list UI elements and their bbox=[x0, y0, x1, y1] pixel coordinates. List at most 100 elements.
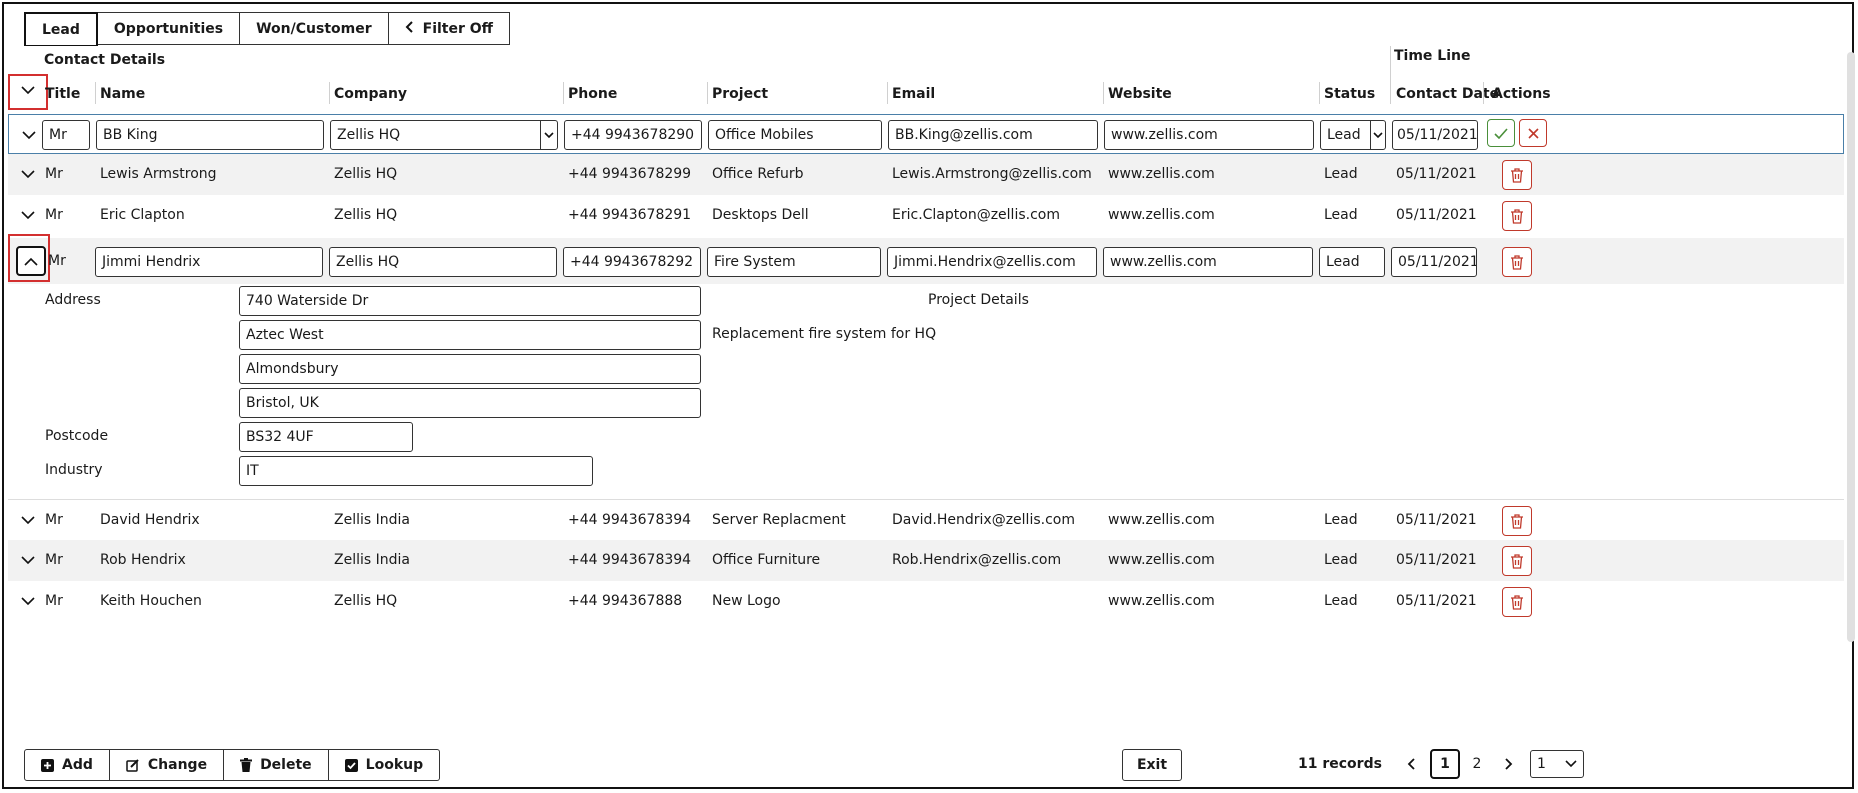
action-toolbar: Add Change Delete Lookup bbox=[24, 749, 441, 781]
cell-project: Office Furniture bbox=[712, 552, 821, 568]
email-field[interactable]: Jimmi.Hendrix@zellis.com bbox=[887, 247, 1097, 277]
project-field[interactable]: Fire System bbox=[707, 247, 881, 277]
row-expand-toggle[interactable] bbox=[19, 125, 39, 145]
page-1-button[interactable]: 1 bbox=[1429, 749, 1460, 779]
vertical-scrollbar[interactable] bbox=[1847, 52, 1855, 742]
col-header-title[interactable]: Title bbox=[45, 86, 80, 102]
address-line-1-field[interactable]: 740 Waterside Dr bbox=[239, 286, 701, 316]
delete-row-button[interactable] bbox=[1502, 506, 1532, 536]
table-row[interactable]: Mr Lewis Armstrong Zellis HQ +44 9943678… bbox=[8, 154, 1844, 195]
address-line-3-field[interactable]: Almondsbury bbox=[239, 354, 701, 384]
col-separator bbox=[1390, 46, 1391, 104]
project-details-text: Replacement fire system for HQ bbox=[712, 326, 937, 342]
page-size-select[interactable]: 1 bbox=[1529, 750, 1584, 778]
delete-row-button[interactable] bbox=[1502, 201, 1532, 231]
lookup-button[interactable]: Lookup bbox=[328, 749, 441, 781]
next-page-button[interactable] bbox=[1494, 749, 1524, 779]
address-line-2-field[interactable]: Aztec West bbox=[239, 320, 701, 350]
cell-phone: +44 9943678291 bbox=[568, 207, 692, 223]
postcode-label: Postcode bbox=[45, 428, 109, 444]
website-field[interactable]: www.zellis.com bbox=[1103, 247, 1313, 277]
company-select[interactable]: Zellis HQ bbox=[330, 120, 558, 150]
row-expand-toggle[interactable] bbox=[18, 510, 38, 530]
change-button[interactable]: Change bbox=[109, 749, 225, 781]
plus-square-icon bbox=[41, 758, 54, 772]
address-line-4-field[interactable]: Bristol, UK bbox=[239, 388, 701, 418]
cell-phone: +44 9943678394 bbox=[568, 552, 692, 568]
prev-page-button[interactable] bbox=[1396, 749, 1426, 779]
status-select[interactable]: Lead bbox=[1320, 120, 1386, 150]
cell-company: Zellis HQ bbox=[334, 207, 398, 223]
exit-button[interactable]: Exit bbox=[1122, 749, 1182, 781]
phone-field[interactable]: +44 9943678292 bbox=[563, 247, 701, 277]
delete-row-button[interactable] bbox=[1502, 546, 1532, 576]
table-row[interactable]: Mr Rob Hendrix Zellis India +44 99436783… bbox=[8, 540, 1844, 581]
row-expand-toggle[interactable] bbox=[18, 550, 38, 570]
cell-name: Keith Houchen bbox=[100, 593, 202, 609]
table-row[interactable]: Mr Keith Houchen Zellis HQ +44 994367888… bbox=[8, 581, 1844, 622]
col-separator bbox=[95, 82, 96, 104]
cell-status: Lead bbox=[1324, 166, 1358, 182]
cell-phone: +44 994367888 bbox=[568, 593, 683, 609]
phone-field[interactable]: +44 9943678290 bbox=[564, 120, 702, 150]
tab-won-customer[interactable]: Won/Customer bbox=[240, 12, 389, 45]
cell-title: Mr bbox=[45, 207, 63, 223]
add-button[interactable]: Add bbox=[24, 749, 110, 781]
cell-name: Lewis Armstrong bbox=[100, 166, 217, 182]
table-row[interactable]: Mr David Hendrix Zellis India +44 994367… bbox=[8, 499, 1844, 541]
delete-row-button[interactable] bbox=[1502, 587, 1532, 617]
industry-field[interactable]: IT bbox=[239, 456, 593, 486]
chevron-down-icon bbox=[21, 596, 35, 605]
page-2-button[interactable]: 2 bbox=[1462, 749, 1492, 779]
company-field[interactable]: Zellis HQ bbox=[329, 247, 557, 277]
cell-email: Lewis.Armstrong@zellis.com bbox=[892, 166, 1092, 182]
chevron-down-icon bbox=[21, 555, 35, 564]
cell-title: Mr bbox=[45, 166, 63, 182]
cell-website: www.zellis.com bbox=[1108, 207, 1215, 223]
check-icon bbox=[1494, 127, 1508, 139]
col-header-phone[interactable]: Phone bbox=[568, 86, 617, 102]
row-expand-toggle[interactable] bbox=[18, 205, 38, 225]
delete-button[interactable]: Delete bbox=[224, 749, 329, 781]
edit-icon bbox=[126, 759, 139, 772]
website-field[interactable]: www.zellis.com bbox=[1104, 120, 1314, 150]
table-row-editing[interactable]: Mr BB King Zellis HQ +44 9943678290 Offi… bbox=[8, 114, 1844, 154]
delete-row-button[interactable] bbox=[1502, 160, 1532, 190]
name-field[interactable]: Jimmi Hendrix bbox=[95, 247, 323, 277]
scrollbar-thumb[interactable] bbox=[1847, 52, 1855, 642]
table-row-expanded[interactable]: Mr Jimmi Hendrix Zellis HQ +44 994367829… bbox=[8, 234, 1844, 494]
col-header-actions: Actions bbox=[1492, 86, 1551, 102]
project-details-label: Project Details bbox=[928, 292, 1029, 308]
tab-opportunities[interactable]: Opportunities bbox=[97, 12, 241, 45]
name-field[interactable]: BB King bbox=[96, 120, 324, 150]
email-field[interactable]: BB.King@zellis.com bbox=[888, 120, 1098, 150]
cell-title: Mr bbox=[45, 552, 63, 568]
col-header-name[interactable]: Name bbox=[100, 86, 145, 102]
col-header-company[interactable]: Company bbox=[334, 86, 407, 102]
contact-date-picker[interactable]: 05/11/2021 bbox=[1392, 120, 1478, 150]
cell-company: Zellis India bbox=[334, 512, 410, 528]
col-header-project[interactable]: Project bbox=[712, 86, 768, 102]
status-field[interactable]: Lead bbox=[1319, 247, 1385, 277]
col-header-email[interactable]: Email bbox=[892, 86, 935, 102]
project-field[interactable]: Office Mobiles bbox=[708, 120, 882, 150]
cell-website: www.zellis.com bbox=[1108, 166, 1215, 182]
title-field[interactable]: Mr bbox=[42, 120, 90, 150]
confirm-button[interactable] bbox=[1487, 119, 1515, 147]
delete-row-button[interactable] bbox=[1502, 247, 1532, 277]
row-expand-toggle[interactable] bbox=[18, 164, 38, 184]
contact-date-field[interactable]: 05/11/2021 bbox=[1391, 247, 1477, 277]
tab-lead[interactable]: Lead bbox=[24, 12, 98, 47]
col-header-website[interactable]: Website bbox=[1108, 86, 1172, 102]
col-header-status[interactable]: Status bbox=[1324, 86, 1375, 102]
postcode-field[interactable]: BS32 4UF bbox=[239, 422, 413, 452]
cell-phone: +44 9943678299 bbox=[568, 166, 692, 182]
chevron-down-icon bbox=[540, 121, 557, 149]
col-separator bbox=[1103, 82, 1104, 104]
cancel-button[interactable] bbox=[1519, 119, 1547, 147]
col-separator bbox=[329, 82, 330, 104]
table-row[interactable]: Mr Eric Clapton Zellis HQ +44 9943678291… bbox=[8, 195, 1844, 236]
trash-icon bbox=[1511, 208, 1523, 224]
row-expand-toggle[interactable] bbox=[18, 591, 38, 611]
tab-filter-off[interactable]: Filter Off bbox=[388, 12, 510, 45]
